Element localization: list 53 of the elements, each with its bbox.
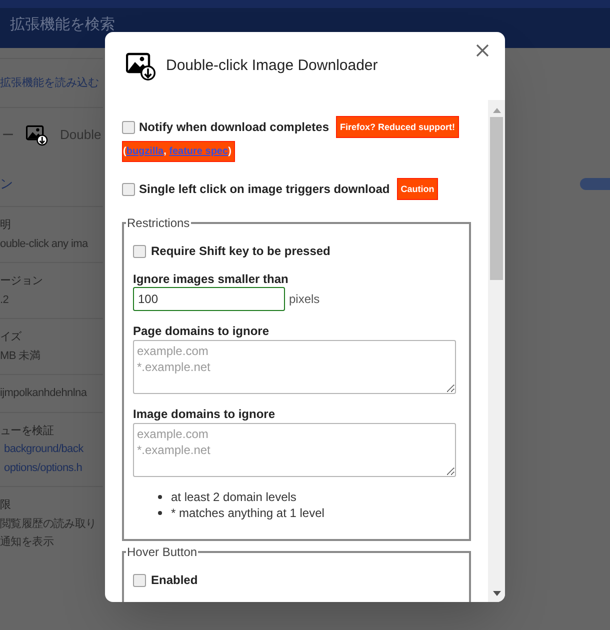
- scrollbar[interactable]: [488, 100, 505, 602]
- warning-badge: Firefox? Reduced support!: [336, 116, 460, 138]
- warning-badge: Caution: [396, 178, 438, 200]
- domains-field[interactable]: example.com *.example.net: [133, 340, 456, 394]
- view-link[interactable]: options/options.h: [4, 460, 103, 476]
- field-label: Ignore images smaller than: [133, 271, 290, 287]
- detail-value: 通知を表示: [0, 534, 55, 550]
- dialog-title: Double-click Image Downloader: [166, 56, 379, 76]
- note-text: * matches anything at 1 level: [171, 505, 324, 521]
- note-text: at least 2 domain levels: [171, 489, 296, 505]
- scroll-up-icon[interactable]: [492, 108, 500, 113]
- detail-value: ijmpolkanhdehnlna: [0, 386, 88, 401]
- load-extension-link[interactable]: 拡張機能を読み込む: [0, 74, 99, 92]
- detail-label: 限: [0, 498, 12, 513]
- checkbox-label: Single left click on image triggers download: [139, 181, 390, 198]
- image-download-icon: [26, 124, 48, 146]
- detail-value: MB 未満: [0, 348, 42, 364]
- checkbox[interactable]: [133, 245, 146, 258]
- field-label: Page domains to ignore: [133, 323, 270, 340]
- badge-punctuation: (: [123, 145, 126, 158]
- field-label: Image domains to ignore: [133, 406, 276, 423]
- checkbox[interactable]: [133, 574, 146, 587]
- checkbox[interactable]: [122, 182, 135, 196]
- detail-label: 明: [0, 218, 12, 233]
- group-legend: Restrictions: [126, 214, 191, 232]
- badge-punctuation: ,: [164, 145, 168, 158]
- view-link[interactable]: background/back: [4, 441, 103, 458]
- checkbox-label: Enabled: [151, 573, 198, 588]
- badge-punctuation: ): [228, 145, 232, 158]
- detail-label: イズ: [0, 330, 22, 345]
- toggle-label: ン: [0, 175, 13, 194]
- detail-value: .2: [0, 292, 10, 308]
- detail-value: 閲覧履歴の読み取り: [0, 516, 98, 532]
- bullet-icon: [158, 495, 162, 499]
- scroll-down-icon[interactable]: [492, 591, 500, 596]
- group-legend: Hover Button: [126, 543, 198, 561]
- number-field[interactable]: 100: [133, 287, 285, 311]
- toggle-switch[interactable]: [580, 178, 610, 190]
- detail-label: ージョン: [0, 274, 44, 289]
- image-download-icon: [126, 51, 156, 81]
- detail-value: ouble-click any ima: [0, 236, 90, 252]
- checkbox-label: Require Shift key to be pressed: [151, 244, 330, 259]
- unit-label: pixels: [289, 291, 320, 308]
- detail-label: ューを検証: [0, 424, 55, 438]
- badge-link[interactable]: bugzilla: [126, 145, 164, 158]
- domains-field[interactable]: example.com *.example.net: [133, 423, 456, 477]
- search-placeholder[interactable]: 拡張機能を検索: [10, 14, 115, 36]
- checkbox-label: Notify when download completes: [139, 119, 330, 136]
- badge-link[interactable]: feature spec: [169, 145, 228, 158]
- bullet-icon: [158, 511, 162, 515]
- checkbox[interactable]: [122, 120, 135, 134]
- close-icon[interactable]: [476, 44, 489, 57]
- scrollbar-thumb[interactable]: [490, 117, 503, 280]
